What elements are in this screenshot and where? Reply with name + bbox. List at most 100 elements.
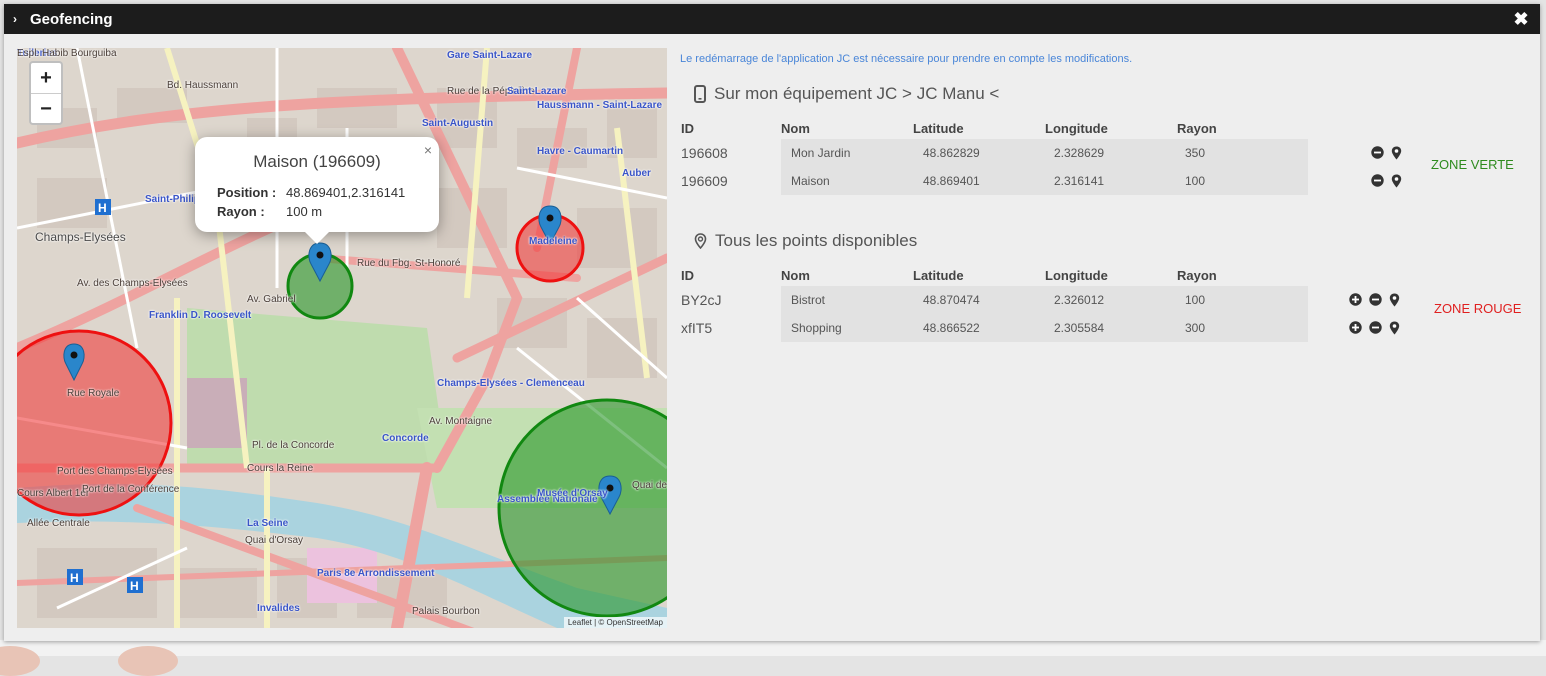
map-marker-icon[interactable]	[1391, 174, 1402, 188]
row-actions	[1371, 146, 1402, 160]
cell-nom: Maison	[791, 174, 830, 188]
zone-verte-label: ZONE VERTE	[1431, 157, 1514, 172]
background-decoration	[118, 646, 178, 676]
column-header-rayon: Rayon	[1177, 121, 1217, 136]
all-points-section-title-text: Tous les points disponibles	[715, 231, 918, 250]
cell-id: 196609	[681, 173, 728, 189]
cell-latitude: 48.869401	[923, 174, 980, 188]
map-street-label: Port des Champs-Elysées	[57, 466, 173, 477]
remove-icon[interactable]	[1369, 293, 1382, 306]
row-actions	[1349, 321, 1400, 335]
map-street-label: Rue du Fbg. St-Honoré	[357, 258, 461, 269]
popup-rayon-value: 100 m	[286, 204, 323, 219]
row-background	[781, 286, 1308, 314]
cell-longitude: 2.305584	[1054, 321, 1105, 335]
geofencing-dialog: › Geofencing ✖ H H H Gare Saint-Lazare B…	[4, 4, 1540, 641]
column-header-id: ID	[681, 268, 694, 283]
column-header-longitude: Longitude	[1045, 268, 1108, 283]
zoom-out-button[interactable]: −	[31, 94, 61, 124]
column-header-id: ID	[681, 121, 694, 136]
map-street-label: Quai d'Orsay	[245, 535, 304, 546]
row-actions	[1371, 174, 1402, 188]
map-street-label: Rue Royale	[67, 388, 120, 399]
column-header-nom: Nom	[781, 268, 810, 283]
svg-text:H: H	[70, 571, 79, 585]
map-view[interactable]: HHH Gare Saint-Lazare Bd. Haussmann Rue de…	[17, 48, 667, 628]
mobile-phone-icon	[694, 85, 706, 103]
row-background	[781, 167, 1308, 195]
cell-rayon: 350	[1185, 146, 1206, 160]
column-header-nom: Nom	[781, 121, 810, 136]
map-street-label: Gare Saint-Lazare	[447, 50, 533, 61]
chevron-right-icon[interactable]: ›	[13, 12, 25, 26]
popup-position-value: 48.869401,2.316141	[286, 185, 406, 200]
map-street-label: Invalides	[257, 603, 300, 614]
map-street-label: Palais Bourbon	[412, 606, 480, 617]
zone-rouge-label: ZONE ROUGE	[1434, 301, 1522, 316]
map-street-label: Franklin D. Roosevelt	[149, 310, 252, 321]
popup-rayon: Rayon : 100 m	[217, 204, 322, 219]
remove-icon[interactable]	[1371, 146, 1384, 159]
cell-nom: Bistrot	[791, 293, 826, 307]
restart-notice: Le redémarrage de l'application JC est n…	[680, 53, 1133, 65]
svg-text:H: H	[98, 201, 107, 215]
map-marker-icon	[694, 233, 707, 249]
cell-rayon: 100	[1185, 174, 1206, 188]
device-section-title-text: Sur mon équipement JC > JC Manu <	[714, 84, 1000, 103]
map-street-label: Pl. de la Concorde	[252, 440, 335, 451]
popup-position: Position : 48.869401,2.316141	[217, 185, 405, 200]
map-tiles: H H H	[17, 48, 667, 628]
close-button[interactable]: ✖	[1511, 9, 1531, 29]
map-marker-icon[interactable]	[1391, 146, 1402, 160]
row-background	[781, 139, 1308, 167]
map-street-label: Bd. Haussmann	[167, 80, 239, 91]
map-street-label: Champs-Elysées - Clemenceau	[437, 378, 585, 389]
map-street-label: Espl. Habib Bourguiba	[17, 48, 117, 59]
map-street-label: Av. des Champs-Elysées	[77, 278, 188, 289]
row-background	[781, 314, 1308, 342]
row-actions	[1349, 293, 1400, 307]
map-marker-icon[interactable]	[1389, 321, 1400, 335]
map-street-label: Auber	[622, 168, 651, 179]
cell-latitude: 48.866522	[923, 321, 980, 335]
map-street-label: La Seine	[247, 518, 289, 529]
map-street-label: Haussmann - Saint-Lazare	[537, 100, 663, 111]
map-street-label: Saint-Lazare	[507, 86, 567, 97]
dialog-titlebar: › Geofencing ✖	[4, 4, 1540, 34]
cell-rayon: 100	[1185, 293, 1206, 307]
marker-popup: × Maison (196609) Position :48.869401,2.…	[195, 137, 439, 244]
add-icon[interactable]	[1349, 293, 1362, 306]
map-marker-icon[interactable]	[1389, 293, 1400, 307]
map-street-label: Havre - Caumartin	[537, 146, 624, 157]
cell-latitude: 48.862829	[923, 146, 980, 160]
map-street-label: Concorde	[382, 433, 429, 444]
cell-longitude: 2.316141	[1054, 174, 1105, 188]
column-header-latitude: Latitude	[913, 121, 964, 136]
popup-position-label: Position :	[217, 185, 277, 200]
map-street-label: Av. Montaigne	[429, 416, 493, 427]
map-street-label: Cours Albert 1er	[17, 488, 90, 499]
column-header-latitude: Latitude	[913, 268, 964, 283]
cell-longitude: 2.326012	[1054, 293, 1105, 307]
all-points-section-title: Tous les points disponibles	[694, 231, 917, 251]
cell-nom: Mon Jardin	[791, 146, 851, 160]
map-street-label: Cours la Reine	[247, 463, 314, 474]
cell-id: BY2cJ	[681, 292, 722, 308]
remove-icon[interactable]	[1371, 174, 1384, 187]
map-street-label: Av. Gabriel	[247, 294, 296, 305]
cell-longitude: 2.328629	[1054, 146, 1105, 160]
map-attribution[interactable]: Leaflet | © OpenStreetMap	[563, 617, 667, 628]
map-street-label: Champs-Elysées	[35, 230, 126, 244]
zoom-control: + −	[29, 61, 63, 125]
map-street-label: Saint-Augustin	[422, 118, 494, 129]
cell-rayon: 300	[1185, 321, 1206, 335]
device-section-title: Sur mon équipement JC > JC Manu <	[694, 84, 999, 104]
cell-id: xfIT5	[681, 320, 713, 336]
popup-title: Maison (196609)	[253, 152, 381, 171]
zoom-in-button[interactable]: +	[31, 63, 61, 94]
add-icon[interactable]	[1349, 321, 1362, 334]
remove-icon[interactable]	[1369, 321, 1382, 334]
map-street-label: Quai des Tuileries	[632, 480, 667, 491]
map-street-label: Musée d'Orsay	[537, 488, 608, 499]
map-street-label: Port de la Conférence	[82, 484, 180, 495]
